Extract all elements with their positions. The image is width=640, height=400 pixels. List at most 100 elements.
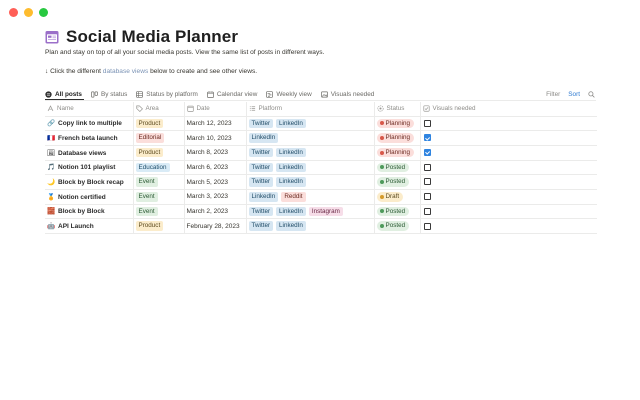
visuals-needed-checkbox[interactable]: [423, 119, 431, 127]
tab-calendar-view[interactable]: Calendar view: [206, 87, 258, 101]
platform-cell[interactable]: Twitter LinkedIn Instagram: [246, 204, 375, 220]
status-label: Draft: [385, 193, 400, 201]
date-cell[interactable]: March 2, 2023: [184, 204, 247, 220]
area-cell[interactable]: Event: [133, 189, 185, 205]
visuals-needed-checkbox[interactable]: [423, 178, 431, 186]
platform-cell[interactable]: Twitter LinkedIn: [246, 116, 375, 132]
platform-tag: LinkedIn: [276, 221, 306, 231]
date-cell[interactable]: March 12, 2023: [184, 116, 247, 132]
area-cell[interactable]: Event: [133, 174, 185, 190]
area-cell[interactable]: Product: [133, 145, 185, 161]
platform-tag: Twitter: [248, 162, 274, 173]
database-views-link[interactable]: database views: [103, 68, 148, 75]
filter-button[interactable]: Filter: [546, 91, 560, 98]
status-dot-icon: [379, 121, 384, 126]
page-emoji-icon: 🎵: [47, 163, 56, 172]
tab-visuals-needed[interactable]: Visuals needed: [320, 87, 374, 101]
table-row[interactable]: 🔗 Copy link to multiple Product March 12, 2…: [45, 116, 597, 132]
table-row[interactable]: 🤖 API Launch Product February 28, 2023 Twitt…: [45, 218, 597, 234]
visuals-needed-checkbox[interactable]: [423, 222, 431, 230]
visuals-needed-checkbox[interactable]: [423, 207, 431, 215]
name-cell[interactable]: 🧱 Block by Block: [45, 204, 134, 220]
table-icon: [136, 90, 144, 98]
area-tag: Editorial: [135, 133, 165, 143]
tab-status-by-platform[interactable]: Status by platform: [136, 87, 198, 101]
platform-cell[interactable]: Twitter LinkedIn: [246, 145, 375, 161]
page-title: Social Media Planner: [66, 27, 239, 46]
maximize-window-button[interactable]: [39, 8, 48, 17]
visuals-needed-checkbox[interactable]: [423, 134, 431, 142]
platform-cell[interactable]: Twitter LinkedIn: [246, 174, 375, 190]
search-icon[interactable]: [588, 90, 595, 98]
platform-cell[interactable]: LinkedIn: [246, 130, 375, 146]
sort-button[interactable]: Sort: [568, 91, 580, 98]
visuals-needed-checkbox[interactable]: [423, 149, 431, 157]
status-cell[interactable]: Posted: [374, 160, 421, 176]
column-header-area[interactable]: Area: [133, 102, 185, 117]
visuals-needed-checkbox[interactable]: [423, 193, 431, 201]
platform-tag: Instagram: [308, 206, 343, 217]
status-dot-icon: [379, 136, 384, 141]
area-cell[interactable]: Product: [133, 116, 185, 132]
status-cell[interactable]: Draft: [374, 189, 421, 205]
area-cell[interactable]: Product: [133, 218, 185, 234]
window-controls: [9, 8, 48, 17]
minimize-window-button[interactable]: [24, 8, 33, 17]
status-dot-icon: [379, 194, 384, 199]
column-header-platform[interactable]: Platform: [246, 102, 375, 117]
table-row[interactable]: 🇫🇷 French beta launch Editorial March 10, 2…: [45, 130, 597, 146]
status-cell[interactable]: Planning: [374, 116, 421, 132]
area-cell[interactable]: Event: [133, 204, 185, 220]
name-cell[interactable]: 🏅 Notion certified: [45, 189, 134, 205]
area-cell[interactable]: Editorial: [133, 130, 185, 146]
date-cell[interactable]: March 5, 2023: [184, 174, 247, 190]
name-cell[interactable]: 🖼 Database views: [45, 145, 134, 161]
tab-by-status[interactable]: By status: [91, 87, 127, 101]
platform-cell[interactable]: Twitter LinkedIn: [246, 218, 375, 234]
tab-weekly-view[interactable]: Weekly view: [266, 87, 312, 101]
hint-prefix: ↓ Click the different: [45, 68, 103, 75]
table-row[interactable]: 🖼 Database views Product March 8, 2023 Twitt…: [45, 145, 597, 161]
visuals-needed-checkbox[interactable]: [423, 163, 431, 171]
date-cell[interactable]: March 10, 2023: [184, 130, 247, 146]
name-cell[interactable]: 🤖 API Launch: [45, 218, 134, 234]
page-emoji-icon: 🇫🇷: [47, 134, 56, 143]
post-name: Block by Block: [58, 208, 105, 216]
visuals-cell: [420, 204, 597, 220]
platform-tag: LinkedIn: [276, 118, 306, 129]
column-header-name[interactable]: Name: [45, 102, 134, 117]
page-header: Social Media Planner: [45, 27, 238, 47]
tab-label: Calendar view: [216, 90, 258, 98]
column-header-visuals-needed[interactable]: Visuals needed: [420, 102, 597, 117]
status-label: Planning: [385, 119, 411, 127]
column-header-status[interactable]: Status: [374, 102, 421, 117]
close-window-button[interactable]: [9, 8, 18, 17]
status-dot-icon: [379, 165, 384, 170]
status-cell[interactable]: Posted: [374, 218, 421, 234]
name-cell[interactable]: 🌙 Block by Block recap: [45, 174, 134, 190]
table-row[interactable]: 🎵 Notion 101 playlist Education March 6, 20…: [45, 160, 597, 176]
tag-icon: [135, 105, 143, 113]
name-cell[interactable]: 🔗 Copy link to multiple: [45, 116, 134, 132]
name-cell[interactable]: 🎵 Notion 101 playlist: [45, 160, 134, 176]
checkbox-property-icon: [422, 105, 430, 112]
date-cell[interactable]: March 8, 2023: [184, 145, 247, 161]
status-cell[interactable]: Posted: [374, 174, 421, 190]
visuals-cell: [420, 189, 597, 205]
table-row[interactable]: 🧱 Block by Block Event March 2, 2023 Twitter…: [45, 204, 597, 220]
status-cell[interactable]: Planning: [374, 130, 421, 146]
table-row[interactable]: 🌙 Block by Block recap Event March 5, 2023 T…: [45, 174, 597, 190]
date-cell[interactable]: March 3, 2023: [184, 189, 247, 205]
post-name: Copy link to multiple: [58, 120, 122, 128]
table-row[interactable]: 🏅 Notion certified Event March 3, 2023 Linke…: [45, 189, 597, 205]
status-cell[interactable]: Posted: [374, 204, 421, 220]
column-header-date[interactable]: Date: [184, 102, 247, 117]
name-cell[interactable]: 🇫🇷 French beta launch: [45, 130, 134, 146]
platform-cell[interactable]: Twitter LinkedIn: [246, 160, 375, 176]
status-cell[interactable]: Planning: [374, 145, 421, 161]
platform-tag: Twitter: [248, 221, 274, 231]
date-cell[interactable]: March 6, 2023: [184, 160, 247, 176]
date-cell[interactable]: February 28, 2023: [184, 218, 247, 234]
area-cell[interactable]: Education: [133, 160, 185, 176]
platform-cell[interactable]: LinkedIn Reddit: [246, 189, 375, 205]
